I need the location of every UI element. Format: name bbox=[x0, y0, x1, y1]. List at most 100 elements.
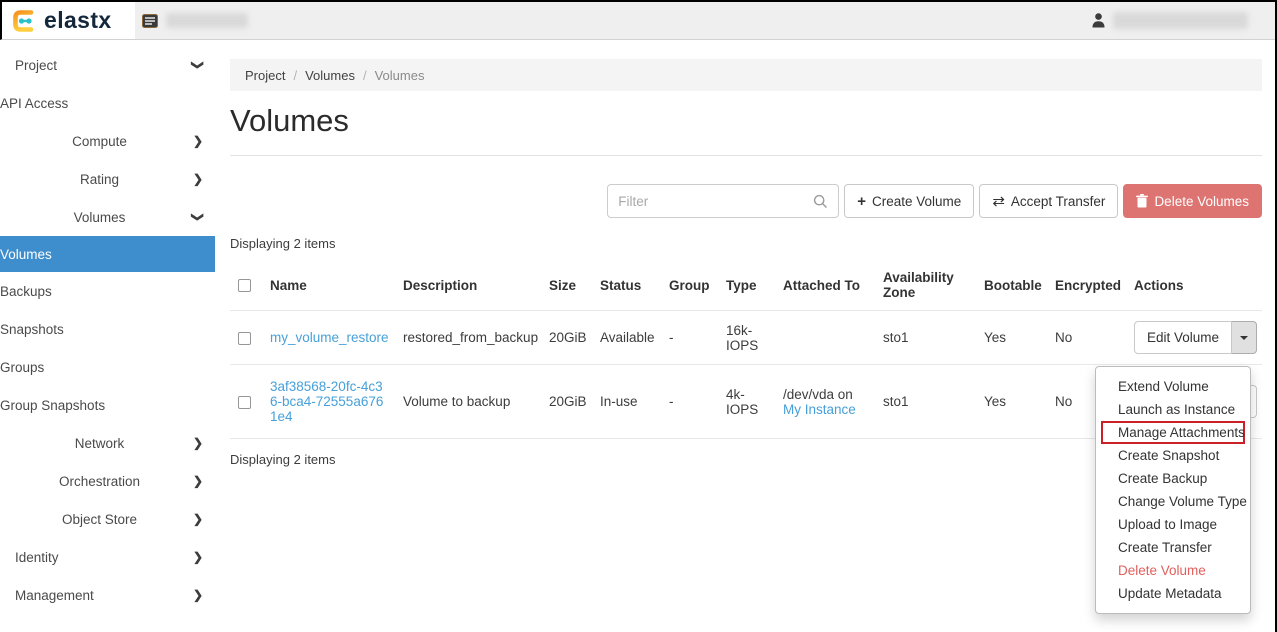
search-icon[interactable] bbox=[813, 194, 828, 209]
table-row: my_volume_restorerestored_from_backup20G… bbox=[230, 311, 1262, 365]
sidebar-item-snapshots[interactable]: Snapshots bbox=[0, 310, 215, 348]
cell-attached-to bbox=[775, 311, 875, 365]
cell-group: - bbox=[661, 365, 718, 439]
page-title: Volumes bbox=[230, 103, 1262, 139]
sidebar-item-compute[interactable]: Compute❯ bbox=[0, 122, 215, 160]
menu-item-delete-volume[interactable]: Delete Volume bbox=[1096, 559, 1250, 582]
table-header-row: NameDescriptionSizeStatusGroupTypeAttach… bbox=[230, 260, 1262, 311]
menu-item-create-backup[interactable]: Create Backup bbox=[1096, 467, 1250, 490]
cell-status: In-use bbox=[592, 365, 661, 439]
menu-item-create-snapshot[interactable]: Create Snapshot bbox=[1096, 444, 1250, 467]
cell-bootable: Yes bbox=[976, 311, 1047, 365]
cell-group: - bbox=[661, 311, 718, 365]
sidebar-item-network[interactable]: Network❯ bbox=[0, 424, 215, 462]
project-context-switcher[interactable] bbox=[135, 2, 248, 39]
menu-item-change-volume-type[interactable]: Change Volume Type bbox=[1096, 490, 1250, 513]
sidebar-item-object-store[interactable]: Object Store❯ bbox=[0, 500, 215, 538]
user-menu[interactable] bbox=[1092, 2, 1275, 39]
cell-description: Volume to backup bbox=[395, 365, 541, 439]
breadcrumb-item[interactable]: Volumes bbox=[305, 68, 355, 83]
cell-type: 16k-IOPS bbox=[718, 311, 775, 365]
menu-item-extend-volume[interactable]: Extend Volume bbox=[1096, 375, 1250, 398]
sidebar-item-label: Orchestration bbox=[0, 474, 181, 489]
cell-encrypted: No bbox=[1047, 311, 1126, 365]
sidebar-item-group-snapshots[interactable]: Group Snapshots bbox=[0, 386, 215, 424]
sidebar-item-label: Volumes bbox=[0, 247, 200, 262]
actions-dropdown-toggle[interactable] bbox=[1232, 321, 1257, 354]
menu-item-upload-to-image[interactable]: Upload to Image bbox=[1096, 513, 1250, 536]
accept-transfer-button[interactable]: ⇄ Accept Transfer bbox=[979, 184, 1118, 218]
sidebar-item-label: Group Snapshots bbox=[0, 398, 200, 413]
cell-actions: Edit Volume bbox=[1126, 311, 1262, 365]
redacted-user-email bbox=[1113, 12, 1248, 29]
chevron-right-icon: ❯ bbox=[181, 134, 215, 148]
project-list-icon bbox=[142, 14, 158, 28]
menu-item-launch-as-instance[interactable]: Launch as Instance bbox=[1096, 398, 1250, 421]
redacted-project-name bbox=[166, 13, 248, 28]
menu-item-create-transfer[interactable]: Create Transfer bbox=[1096, 536, 1250, 559]
breadcrumb: Project/Volumes/Volumes bbox=[230, 59, 1262, 91]
cell-availability-zone: sto1 bbox=[875, 365, 976, 439]
chevron-right-icon: ❯ bbox=[181, 550, 215, 564]
sidebar-item-volumes[interactable]: Volumes bbox=[0, 236, 215, 272]
sidebar-item-backups[interactable]: Backups bbox=[0, 272, 215, 310]
row-actions-dropdown-menu: Extend VolumeLaunch as InstanceManage At… bbox=[1095, 366, 1251, 614]
cell-attached-to: /dev/vda on My Instance bbox=[775, 365, 875, 439]
sidebar-item-orchestration[interactable]: Orchestration❯ bbox=[0, 462, 215, 500]
row-actions: Edit Volume bbox=[1134, 321, 1257, 354]
edit-volume-button[interactable]: Edit Volume bbox=[1134, 321, 1232, 354]
menu-item-update-metadata[interactable]: Update Metadata bbox=[1096, 582, 1250, 605]
sidebar-item-api-access[interactable]: API Access bbox=[0, 84, 215, 122]
breadcrumb-item: Volumes bbox=[375, 68, 425, 83]
sidebar-item-rating[interactable]: Rating❯ bbox=[0, 160, 215, 198]
chevron-right-icon: ❯ bbox=[181, 474, 215, 488]
select-all-checkbox[interactable] bbox=[238, 279, 251, 292]
row-checkbox[interactable] bbox=[238, 396, 251, 409]
column-header-name: Name bbox=[262, 260, 395, 311]
chevron-down-icon: ❯ bbox=[181, 210, 215, 224]
volume-name-link[interactable]: 3af38568-20fc-4c36-bca4-72555a6761e4 bbox=[270, 379, 383, 424]
delete-volumes-button[interactable]: Delete Volumes bbox=[1123, 184, 1262, 218]
sidebar-item-label: Groups bbox=[0, 360, 200, 375]
sidebar-item-identity[interactable]: Identity❯ bbox=[0, 538, 215, 576]
sidebar-item-volumes[interactable]: Volumes❯ bbox=[0, 198, 215, 236]
sidebar-item-management[interactable]: Management❯ bbox=[0, 576, 215, 614]
sidebar-item-label: Object Store bbox=[0, 512, 181, 527]
brand[interactable]: elastx bbox=[2, 2, 135, 39]
menu-item-manage-attachments[interactable]: Manage Attachments bbox=[1101, 421, 1245, 444]
chevron-down-icon: ❯ bbox=[181, 58, 215, 72]
create-volume-button[interactable]: + Create Volume bbox=[844, 184, 974, 218]
sidebar-item-groups[interactable]: Groups bbox=[0, 348, 215, 386]
chevron-right-icon: ❯ bbox=[181, 588, 215, 602]
column-header-actions: Actions bbox=[1126, 260, 1262, 311]
sidebar-item-label: Backups bbox=[0, 284, 200, 299]
cell-name: 3af38568-20fc-4c36-bca4-72555a6761e4 bbox=[262, 365, 395, 439]
cell-bootable: Yes bbox=[976, 365, 1047, 439]
brand-wordmark: elastx bbox=[44, 7, 112, 34]
cell-name: my_volume_restore bbox=[262, 311, 395, 365]
sidebar-item-label: API Access bbox=[0, 96, 200, 111]
sidebar: Project❯API AccessCompute❯Rating❯Volumes… bbox=[0, 43, 215, 632]
sidebar-item-label: Network bbox=[0, 436, 181, 451]
sidebar-item-label: Project bbox=[15, 58, 181, 73]
chevron-right-icon: ❯ bbox=[181, 172, 215, 186]
breadcrumb-item[interactable]: Project bbox=[245, 68, 285, 83]
cell-size: 20GiB bbox=[541, 365, 592, 439]
chevron-right-icon: ❯ bbox=[181, 436, 215, 450]
volume-name-link[interactable]: my_volume_restore bbox=[270, 330, 389, 345]
cell-status: Available bbox=[592, 311, 661, 365]
sidebar-item-project[interactable]: Project❯ bbox=[0, 46, 215, 84]
sidebar-item-label: Compute bbox=[0, 134, 181, 149]
sidebar-item-label: Snapshots bbox=[0, 322, 200, 337]
chevron-right-icon: ❯ bbox=[181, 512, 215, 526]
column-header-availability-zone: Availability Zone bbox=[875, 260, 976, 311]
cell-checkbox bbox=[230, 365, 262, 439]
filter-input[interactable] bbox=[618, 194, 813, 209]
column-header-group: Group bbox=[661, 260, 718, 311]
table-toolbar: + Create Volume ⇄ Accept Transfer Delete… bbox=[230, 184, 1262, 218]
instance-link[interactable]: My Instance bbox=[783, 402, 856, 417]
row-checkbox[interactable] bbox=[238, 332, 251, 345]
column-header-attached-to: Attached To bbox=[775, 260, 875, 311]
user-icon bbox=[1092, 13, 1105, 28]
column-header-type: Type bbox=[718, 260, 775, 311]
